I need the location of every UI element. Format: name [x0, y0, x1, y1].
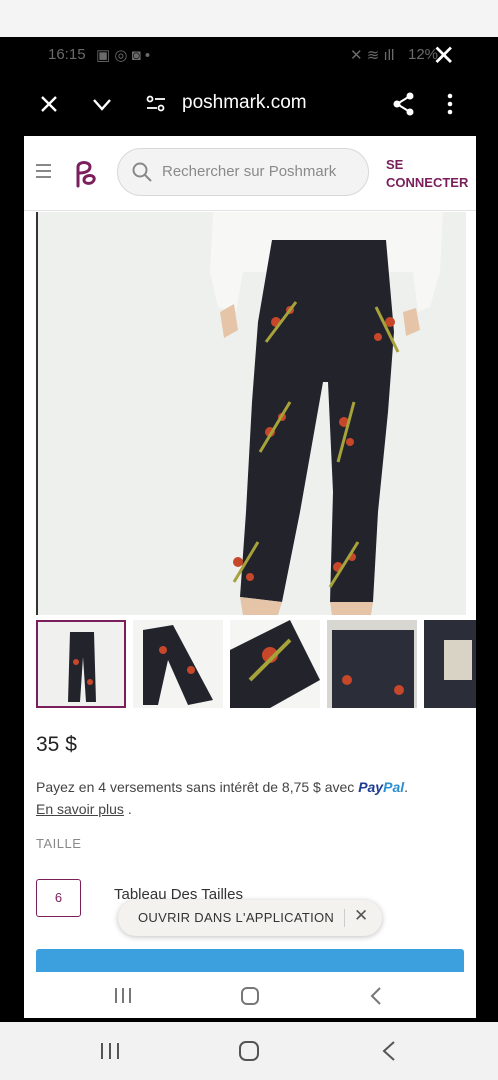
chevron-down-icon[interactable] — [92, 98, 112, 112]
installments-info: Payez en 4 versements sans intérêt de 8,… — [36, 779, 409, 817]
notification-icons: ▣ ◎ ◙ • — [96, 47, 151, 64]
top-strip — [0, 0, 498, 37]
system-recent-apps-icon[interactable] — [100, 1042, 120, 1060]
thumbnail-strip — [36, 620, 476, 710]
thumbnail-1[interactable] — [36, 620, 126, 708]
product-price: 35 $ — [36, 733, 77, 756]
system-nav-bar — [0, 1022, 498, 1080]
paypal-logo-pay: Pay — [358, 779, 384, 795]
thumbnail-2[interactable] — [133, 620, 223, 708]
system-home-icon[interactable] — [238, 1040, 260, 1062]
open-in-app-label[interactable]: OUVRIR DANS L'APPLICATION — [138, 910, 334, 925]
login-label-line1: SE — [386, 157, 404, 172]
thumbnail-2-image — [133, 620, 223, 708]
signal-icons: ✕ ≋ ıll — [350, 47, 395, 64]
url-text[interactable]: poshmark.com — [182, 92, 307, 114]
back-icon[interactable] — [370, 986, 382, 1006]
close-overlay-icon[interactable]: ✕ — [432, 40, 455, 72]
more-menu-icon[interactable] — [447, 93, 453, 115]
product-main-image[interactable] — [36, 212, 466, 615]
buy-button[interactable] — [36, 949, 464, 972]
thumbnail-4-image — [327, 620, 417, 708]
share-icon[interactable] — [393, 92, 415, 116]
jeans-photo — [38, 212, 466, 615]
recent-apps-icon[interactable] — [114, 987, 132, 1004]
browser-toolbar: poshmark.com — [0, 80, 498, 128]
size-heading: TAILLE — [36, 836, 82, 851]
thumbnail-3-image — [230, 620, 320, 708]
search-bar[interactable]: Rechercher sur Poshmark — [117, 148, 369, 196]
thumbnail-1-image — [38, 622, 124, 706]
search-icon — [132, 162, 152, 182]
poshmark-logo[interactable] — [70, 158, 98, 188]
login-label-line2: CONNECTER — [386, 175, 469, 190]
site-header: Rechercher sur Poshmark SE CONNECTER — [24, 136, 476, 211]
thumbnail-4[interactable] — [327, 620, 417, 708]
size-option[interactable]: 6 — [36, 879, 81, 917]
toast-divider — [344, 909, 345, 927]
toast-close-icon[interactable]: ✕ — [354, 906, 368, 926]
search-placeholder: Rechercher sur Poshmark — [162, 163, 337, 180]
installments-text: Payez en 4 versements sans intérêt de 8,… — [36, 779, 355, 795]
home-icon[interactable] — [240, 986, 260, 1006]
learn-more-link[interactable]: En savoir plus — [36, 801, 124, 817]
thumbnail-5[interactable] — [424, 620, 476, 708]
login-button[interactable]: SE CONNECTER — [386, 156, 468, 192]
system-back-icon[interactable] — [382, 1040, 396, 1062]
web-page: Rechercher sur Poshmark SE CONNECTER 35 … — [24, 136, 476, 972]
open-in-app-toast[interactable]: OUVRIR DANS L'APPLICATION ✕ — [118, 900, 382, 936]
paypal-logo-pal: Pal — [383, 779, 405, 795]
status-time: 16:15 — [48, 46, 86, 63]
status-bar: 16:15 ▣ ◎ ◙ • ✕ ≋ ıll 12% ✕ — [0, 40, 498, 72]
site-settings-icon[interactable] — [146, 95, 166, 113]
thumbnail-3[interactable] — [230, 620, 320, 708]
close-tab-icon[interactable] — [40, 95, 58, 113]
thumbnail-5-image — [424, 620, 476, 708]
hamburger-menu-icon[interactable] — [36, 164, 51, 182]
app-nav-bar — [24, 972, 476, 1018]
